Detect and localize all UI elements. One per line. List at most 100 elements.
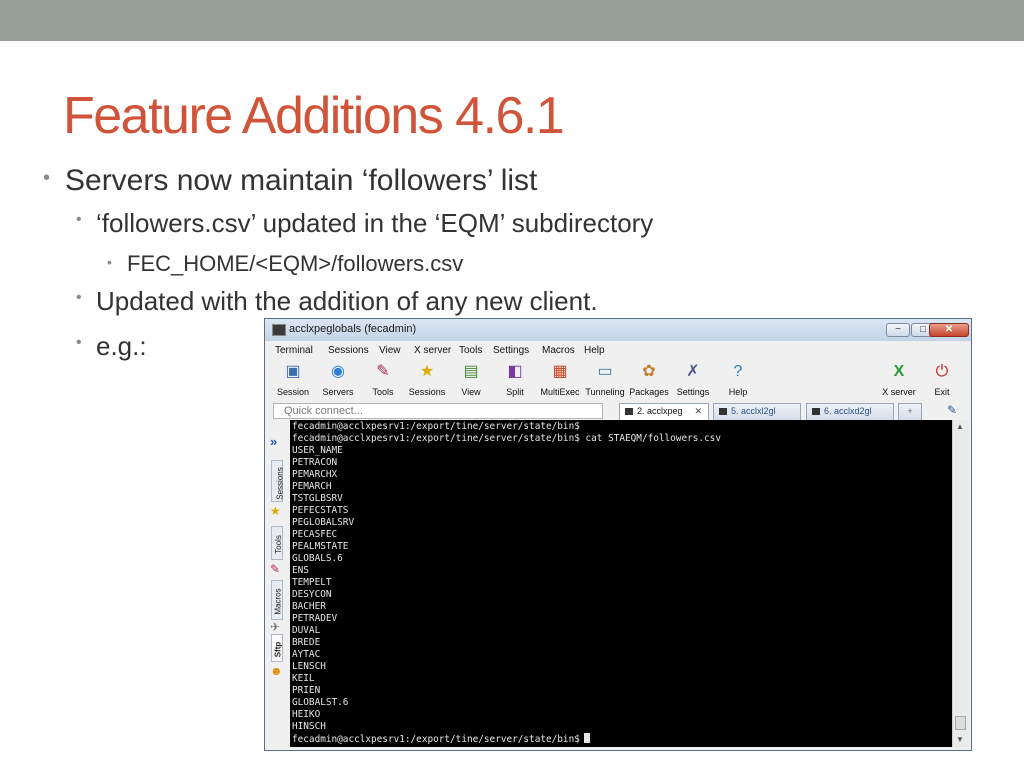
top-accent-bar: [0, 0, 1024, 41]
terminal-line: fecadmin@acclxpesrv1:/export/tine/server…: [292, 433, 721, 444]
terminal-line: HEIKO: [292, 709, 321, 720]
tab-session-6[interactable]: 6. acclxd2gl: [806, 403, 894, 420]
terminal-line: PETRADEV: [292, 613, 338, 624]
exit-icon: ⏻: [935, 363, 949, 380]
toolbar-x-server-button[interactable]: X X server: [877, 360, 921, 404]
terminal-line: ENS: [292, 565, 309, 576]
toolbar-settings-button[interactable]: ✗ Settings: [671, 360, 715, 404]
terminal-line: fecadmin@acclxpesrv1:/export/tine/server…: [292, 421, 580, 432]
star-icon: ★: [270, 504, 281, 518]
bullet-text: Servers now maintain ‘followers’ list: [65, 164, 538, 197]
toolbar-servers-button[interactable]: ◉ Servers: [316, 360, 360, 404]
terminal-line: PEGLOBALSRV: [292, 517, 355, 528]
tools-icon: ✎: [376, 363, 390, 380]
toolbar-session-button[interactable]: ▣ Session: [271, 360, 315, 404]
quick-connect-input[interactable]: Quick connect...: [273, 403, 603, 419]
side-panel: » Sessions ★ Tools ✎ Macros ✈ Sftp ☻: [265, 420, 287, 750]
toolbar-help-button[interactable]: ? Help: [716, 360, 760, 404]
tab-session-5[interactable]: 5. acclxl2gl: [713, 403, 801, 420]
attach-icon[interactable]: ✎: [947, 403, 957, 417]
new-tab-button[interactable]: +: [898, 403, 922, 420]
tab-close-icon[interactable]: ✕: [694, 404, 702, 419]
bullet-level1-servers: • Servers now maintain ‘followers’ list: [43, 164, 538, 198]
toolbar-multiexec-button[interactable]: ▦ MultiExec: [538, 360, 582, 404]
x-server-icon: X: [893, 363, 905, 380]
toolbar-sessions-button[interactable]: ★ Sessions: [405, 360, 449, 404]
menu-tools[interactable]: Tools: [459, 345, 482, 356]
toolbar-label: Sessions: [408, 387, 446, 397]
toolbar: ▣ Session ◉ Servers ✎ Tools ★ Sessions ▤…: [265, 360, 971, 404]
tunneling-icon: ▭: [597, 363, 613, 380]
expand-panel-icon[interactable]: »: [270, 434, 277, 449]
terminal-line: DUVAL: [292, 625, 321, 636]
window-title: acclxpeglobals (fecadmin): [289, 323, 417, 335]
side-tab-tools[interactable]: Tools: [271, 526, 283, 560]
terminal-window-screenshot: acclxpeglobals (fecadmin) − □ ✕ Terminal…: [264, 318, 972, 751]
terminal-line: PEFECSTATS: [292, 505, 349, 516]
toolbar-label: Tools: [372, 387, 394, 397]
menu-terminal[interactable]: Terminal: [275, 345, 313, 356]
side-tab-sftp[interactable]: Sftp: [271, 634, 283, 662]
terminal-icon: [719, 408, 727, 416]
terminal-line: KEIL: [292, 673, 315, 684]
menu-macros[interactable]: Macros: [542, 345, 575, 356]
side-tab-sessions[interactable]: Sessions: [271, 460, 285, 502]
bullet-text: ‘followers.csv’ updated in the ‘EQM’ sub…: [96, 208, 654, 238]
help-icon: ?: [733, 363, 743, 380]
toolbar-label: Packages: [629, 387, 669, 397]
menu-settings[interactable]: Settings: [493, 345, 529, 356]
bullet-level2-eg: • e.g.:: [76, 331, 147, 362]
bullet-level2-updated: • Updated with the addition of any new c…: [76, 286, 598, 317]
toolbar-label: Exit: [934, 387, 950, 397]
bullet-dot: •: [43, 167, 51, 189]
terminal-line: DESYCON: [292, 589, 332, 600]
terminal-icon: [625, 408, 633, 416]
toolbar-split-button[interactable]: ◧ Split: [493, 360, 537, 404]
toolbar-label: Settings: [676, 387, 710, 397]
close-button[interactable]: ✕: [929, 323, 969, 337]
tab-label: 5. acclxl2gl: [731, 406, 776, 416]
toolbar-tools-button[interactable]: ✎ Tools: [361, 360, 405, 404]
toolbar-label: Help: [728, 387, 748, 397]
toolbar-view-button[interactable]: ▤ View: [449, 360, 493, 404]
toolbar-exit-button[interactable]: ⏻ Exit: [920, 360, 964, 404]
minimize-button[interactable]: −: [886, 323, 910, 337]
terminal-line: USER_NAME: [292, 445, 343, 456]
terminal-scrollbar[interactable]: ▲ ▼: [952, 420, 969, 747]
terminal-output[interactable]: fecadmin@acclxpesrv1:/export/tine/server…: [290, 420, 952, 747]
menu-help[interactable]: Help: [584, 345, 605, 356]
scrollbar-thumb[interactable]: [955, 716, 966, 730]
side-tab-label: Macros: [273, 588, 283, 615]
plus-icon: +: [907, 406, 913, 416]
split-icon: ◧: [507, 363, 523, 380]
toolbar-label: Servers: [322, 387, 354, 397]
tab-session-2[interactable]: 2. acclxpeg ✕: [619, 403, 709, 420]
multiexec-icon: ▦: [552, 363, 568, 380]
menu-sessions[interactable]: Sessions: [328, 345, 369, 356]
menu-x-server[interactable]: X server: [414, 345, 451, 356]
bullet-text: e.g.:: [96, 331, 147, 361]
sessions-icon: ★: [419, 363, 435, 380]
terminal-icon: [812, 408, 820, 416]
bullet-text: Updated with the addition of any new cli…: [96, 286, 598, 316]
window-titlebar: acclxpeglobals (fecadmin) − □ ✕: [265, 319, 971, 341]
toolbar-label: View: [461, 387, 481, 397]
toolbar-label: Session: [276, 387, 310, 397]
bullet-dot: •: [76, 334, 82, 351]
menu-view[interactable]: View: [379, 345, 401, 356]
terminal-line: PRIEN: [292, 685, 321, 696]
servers-icon: ◉: [331, 363, 345, 380]
bullet-dot: •: [76, 289, 82, 306]
toolbar-packages-button[interactable]: ✿ Packages: [627, 360, 671, 404]
scroll-down-icon[interactable]: ▼: [956, 735, 964, 744]
scroll-up-icon[interactable]: ▲: [956, 422, 964, 431]
side-tab-macros[interactable]: Macros: [271, 580, 283, 620]
macros-side-icon: ✈: [270, 620, 281, 634]
tab-label: 2. acclxpeg: [637, 406, 683, 416]
terminal-line: PEMARCHX: [292, 469, 338, 480]
terminal-app-icon: [272, 324, 286, 336]
toolbar-tunneling-button[interactable]: ▭ Tunneling: [583, 360, 627, 404]
side-tab-label: Sftp: [273, 641, 283, 658]
terminal-line: LENSCH: [292, 661, 326, 672]
view-icon: ▤: [463, 363, 479, 380]
